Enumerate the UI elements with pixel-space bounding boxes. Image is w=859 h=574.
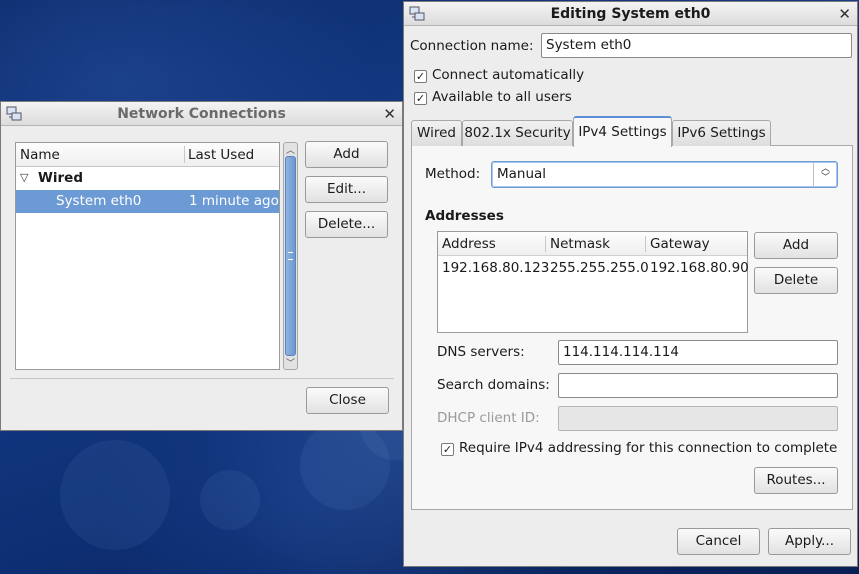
- add-button[interactable]: Add: [305, 141, 388, 168]
- connection-name: System eth0: [56, 193, 142, 209]
- column-separator: [645, 236, 646, 252]
- column-header-netmask[interactable]: Netmask: [550, 236, 610, 252]
- dhcp-client-id-field: [558, 406, 838, 431]
- method-label: Method:: [425, 166, 481, 182]
- grip-icon: [288, 252, 293, 260]
- updown-chevron-icon: ︿ ﹀: [813, 162, 837, 187]
- add-address-button[interactable]: Add: [754, 232, 838, 259]
- dns-servers-field[interactable]: 114.114.114.114: [558, 340, 838, 365]
- list-scrollbar[interactable]: ︿ ﹀: [283, 142, 298, 370]
- close-icon[interactable]: ✕: [383, 102, 396, 126]
- routes-button[interactable]: Routes...: [754, 467, 838, 494]
- desktop-bokeh: [60, 440, 170, 550]
- apply-button[interactable]: Apply...: [768, 528, 851, 555]
- require-ipv4-checkbox[interactable]: ✓: [441, 443, 454, 456]
- list-header: Name Last Used: [16, 143, 279, 167]
- addresses-heading: Addresses: [425, 208, 504, 224]
- method-value: Manual: [497, 166, 547, 182]
- connection-name-field[interactable]: System eth0: [541, 33, 852, 58]
- connect-automatically-label: Connect automatically: [432, 67, 585, 83]
- desktop-bokeh: [200, 470, 260, 530]
- available-to-all-label: Available to all users: [432, 89, 572, 105]
- scroll-down-arrow-icon[interactable]: ﹀: [286, 356, 295, 369]
- close-button[interactable]: Close: [306, 387, 389, 414]
- netmask-cell[interactable]: 255.255.255.0: [550, 260, 649, 276]
- addresses-table[interactable]: Address Netmask Gateway 192.168.80.123 2…: [437, 231, 749, 333]
- cancel-button[interactable]: Cancel: [677, 528, 760, 555]
- search-domains-label: Search domains:: [437, 377, 550, 393]
- network-connections-window: Network Connections ✕ Name Last Used ▽ W…: [0, 101, 403, 431]
- delete-address-button[interactable]: Delete: [754, 267, 838, 294]
- group-label: Wired: [38, 170, 83, 186]
- table-row[interactable]: 192.168.80.123 255.255.255.0 192.168.80.…: [438, 256, 749, 280]
- gateway-cell[interactable]: 192.168.80.90: [650, 260, 749, 276]
- scrollbar-thumb[interactable]: [285, 156, 296, 356]
- connections-list[interactable]: Name Last Used ▽ Wired System eth0 1 min…: [15, 142, 280, 370]
- connection-name-label: Connection name:: [410, 38, 534, 54]
- address-cell[interactable]: 192.168.80.123: [442, 260, 549, 276]
- expander-icon[interactable]: ▽: [20, 171, 28, 184]
- connect-automatically-checkbox[interactable]: ✓: [414, 70, 427, 83]
- edit-button[interactable]: Edit...: [305, 176, 388, 203]
- addresses-header: Address Netmask Gateway: [438, 232, 747, 256]
- dns-servers-label: DNS servers:: [437, 344, 525, 360]
- tab-wired[interactable]: Wired: [411, 120, 462, 146]
- network-icon: [409, 6, 425, 21]
- tab-ipv4-settings[interactable]: IPv4 Settings: [573, 116, 672, 147]
- column-header-address[interactable]: Address: [442, 236, 496, 252]
- divider: [10, 378, 394, 379]
- editing-connection-window: Editing System eth0 ✕ Connection name: S…: [403, 1, 858, 567]
- tab-ipv6-settings[interactable]: IPv6 Settings: [672, 120, 771, 146]
- window-title: Editing System eth0: [550, 6, 711, 22]
- list-group-wired[interactable]: ▽ Wired: [16, 167, 279, 190]
- dhcp-client-id-label: DHCP client ID:: [437, 410, 540, 426]
- network-connections-titlebar[interactable]: Network Connections ✕: [1, 102, 402, 126]
- tab-802-1x-security[interactable]: 802.1x Security: [462, 120, 573, 146]
- available-to-all-checkbox[interactable]: ✓: [414, 92, 427, 105]
- column-header-last-used[interactable]: Last Used: [188, 147, 254, 163]
- list-item[interactable]: System eth0 1 minute ago: [16, 190, 279, 213]
- editing-titlebar[interactable]: Editing System eth0 ✕: [404, 2, 857, 26]
- close-icon[interactable]: ✕: [838, 2, 851, 26]
- network-icon: [6, 106, 22, 121]
- delete-button[interactable]: Delete...: [305, 211, 388, 238]
- scroll-up-arrow-icon[interactable]: ︿: [286, 143, 295, 156]
- window-title: Network Connections: [117, 106, 286, 122]
- column-separator: [545, 236, 546, 252]
- column-header-name[interactable]: Name: [20, 147, 60, 163]
- column-separator: [184, 146, 185, 163]
- connection-last-used: 1 minute ago: [189, 193, 279, 209]
- search-domains-field[interactable]: [558, 373, 838, 398]
- method-select[interactable]: Manual ︿ ﹀: [491, 161, 838, 188]
- require-ipv4-label: Require IPv4 addressing for this connect…: [459, 440, 838, 456]
- column-header-gateway[interactable]: Gateway: [650, 236, 710, 252]
